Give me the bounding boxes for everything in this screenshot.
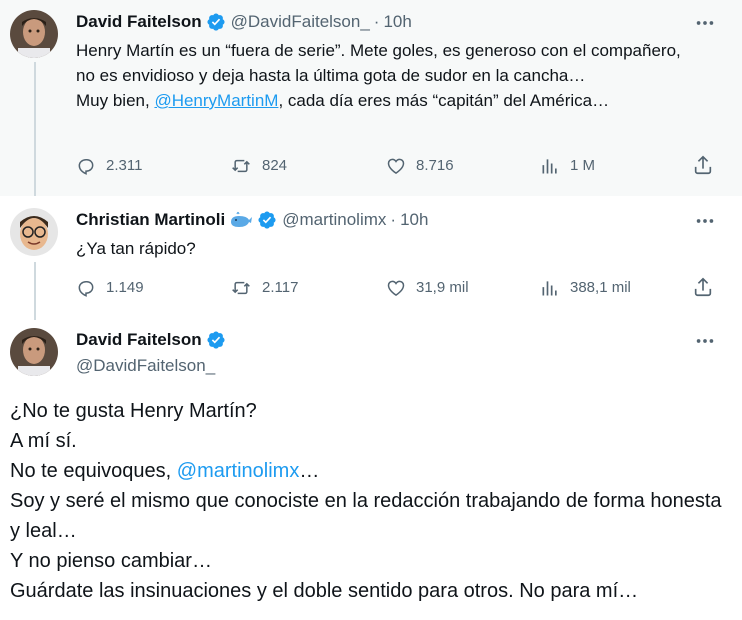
author-handle[interactable]: @DavidFaitelson_ (231, 12, 370, 32)
main-tweet-text: ¿No te gusta Henry Martín? A mí sí. No t… (10, 396, 732, 606)
text-segment: , cada día eres más “capitán” del Améric… (278, 91, 610, 110)
author-name[interactable]: Christian Martinoli (76, 210, 225, 230)
verified-badge-icon (206, 12, 226, 32)
author-handle[interactable]: @DavidFaitelson_ (76, 356, 215, 376)
text-segment: No te equivoques, (10, 460, 177, 482)
like-button[interactable]: 8.716 (386, 154, 454, 178)
views-icon (542, 281, 557, 296)
retweet-button[interactable]: 824 (230, 154, 287, 178)
reply-count: 1.149 (106, 279, 144, 296)
like-icon (387, 280, 405, 296)
views-icon (542, 159, 557, 174)
avatar-martinoli[interactable] (10, 208, 58, 256)
tweet-text-line: Y no pienso cambiar… (10, 550, 212, 572)
retweet-icon (232, 159, 250, 173)
verified-badge-icon (206, 330, 226, 350)
action-bar: 2.311 824 8.716 1 M (76, 154, 726, 178)
reply-icon (78, 159, 94, 175)
avatar-faitelson[interactable] (10, 10, 58, 58)
like-count: 31,9 mil (416, 279, 469, 296)
reply-button[interactable]: 2.311 (76, 154, 142, 178)
more-icon[interactable] (694, 330, 716, 352)
text-segment: … (299, 460, 320, 482)
text-segment: Muy bien, (76, 91, 155, 110)
tweet-text-line: Henry Martín es un “fuera de serie”. Met… (76, 41, 681, 85)
like-button[interactable]: 31,9 mil (386, 276, 469, 300)
share-button[interactable] (692, 154, 714, 176)
retweet-icon (232, 281, 250, 295)
more-icon[interactable] (694, 12, 716, 34)
tweet-text-line: Guárdate las insinuaciones y el doble se… (10, 580, 639, 602)
tweet-faitelson-1[interactable]: David Faitelson @DavidFaitelson_ · 10h H… (0, 0, 742, 196)
author-name-row: David Faitelson (76, 330, 226, 350)
tweet-time[interactable]: 10h (383, 12, 411, 32)
views-button[interactable]: 388,1 mil (540, 276, 631, 300)
tweet-text-line: Muy bien, @HenryMartinM, cada día eres m… (76, 88, 702, 113)
more-icon[interactable] (694, 210, 716, 232)
author-handle[interactable]: @martinolimx (282, 210, 386, 230)
tweet-text-line: No te equivoques, @martinolimx… (10, 456, 732, 486)
tweet-time[interactable]: 10h (400, 210, 428, 230)
tweet-text-line: Soy y seré el mismo que conociste en la … (10, 490, 722, 542)
tweet-text-line: ¿Ya tan rápido? (76, 239, 196, 258)
share-icon (694, 277, 712, 297)
verified-badge-icon (257, 210, 277, 230)
author-name[interactable]: David Faitelson (76, 12, 202, 32)
retweet-count: 824 (262, 157, 288, 174)
separator-dot: · (373, 12, 380, 31)
reply-icon (78, 281, 94, 297)
views-button[interactable]: 1 M (540, 154, 595, 178)
mention-link[interactable]: @HenryMartinM (154, 91, 278, 110)
separator-dot: · (390, 210, 397, 229)
share-button[interactable] (692, 276, 714, 298)
tweet-text-line: A mí sí. (10, 430, 77, 452)
tweet-header: Christian Martinoli @martinolimx · 10h (76, 210, 428, 230)
tweet-header: David Faitelson @DavidFaitelson_ · 10h (76, 12, 412, 32)
author-name[interactable]: David Faitelson (76, 330, 202, 350)
tweet-text: ¿Ya tan rápido? (76, 236, 702, 261)
views-count: 1 M (570, 157, 596, 174)
like-count: 8.716 (416, 157, 454, 174)
like-icon (387, 158, 405, 174)
action-bar: 1.149 2.117 31,9 mil 388,1 mil (76, 276, 726, 300)
views-count: 388,1 mil (570, 279, 631, 296)
reply-button[interactable]: 1.149 (76, 276, 144, 300)
thread-line (34, 62, 36, 196)
thread-line (34, 262, 36, 320)
mention-link[interactable]: @martinolimx (177, 460, 300, 482)
retweet-button[interactable]: 2.117 (230, 276, 298, 300)
tweet-martinoli[interactable]: Christian Martinoli @martinolimx · 10h ¿… (0, 196, 742, 320)
tweet-faitelson-main[interactable]: David Faitelson @DavidFaitelson_ ¿No te … (0, 320, 742, 620)
whale-emoji-icon (229, 210, 253, 230)
retweet-count: 2.117 (262, 279, 299, 296)
reply-count: 2.311 (106, 157, 143, 174)
tweet-text-line: ¿No te gusta Henry Martín? (10, 400, 257, 422)
share-icon (694, 155, 712, 175)
tweet-text: Henry Martín es un “fuera de serie”. Met… (76, 38, 702, 113)
avatar-faitelson[interactable] (10, 328, 58, 376)
